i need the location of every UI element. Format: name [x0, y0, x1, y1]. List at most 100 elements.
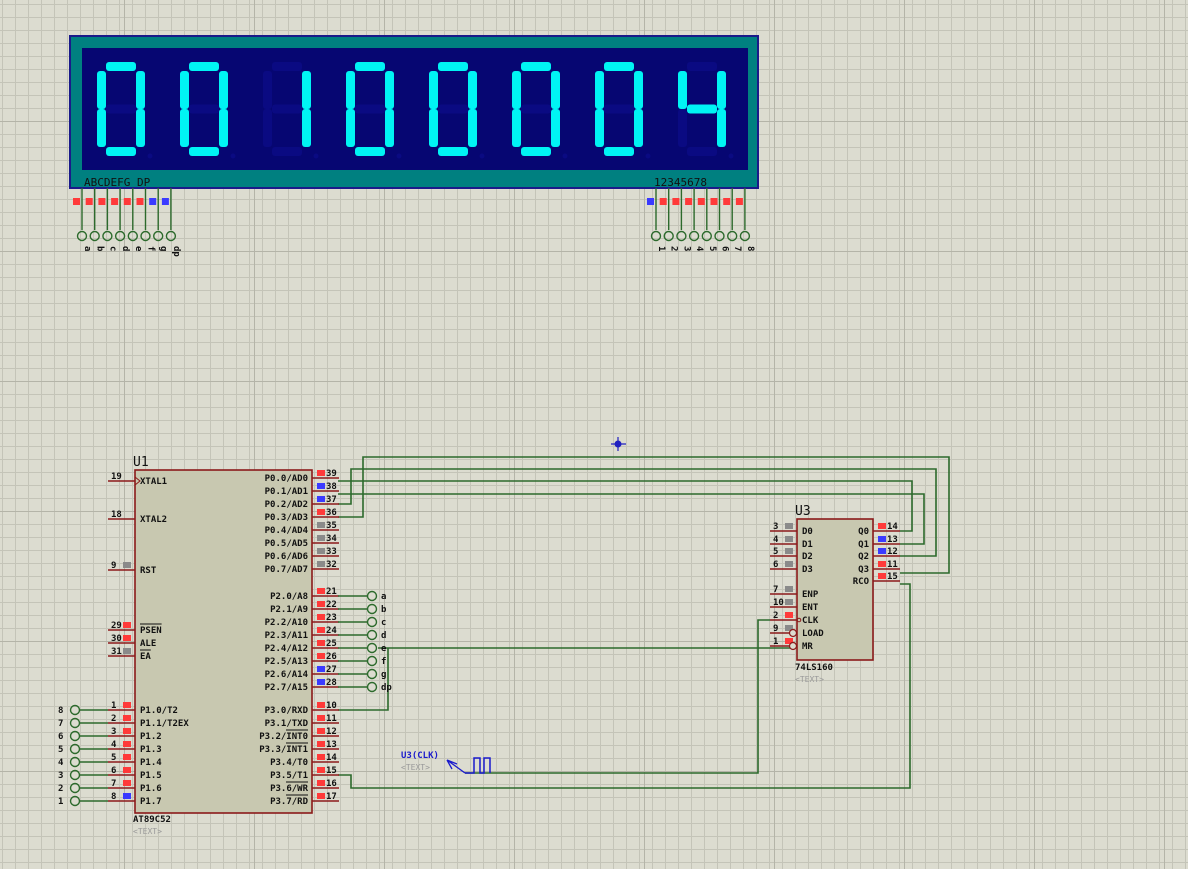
pin-state-indicator — [317, 483, 325, 489]
pin-state-indicator — [123, 767, 131, 773]
pin-number: 14 — [326, 753, 337, 763]
segment-pin-state — [73, 198, 80, 205]
pin-number: 12 — [326, 727, 337, 737]
segment-b — [634, 71, 643, 109]
segment-c — [136, 109, 145, 147]
digit-pin-state — [659, 198, 667, 205]
pin-number: 7 — [111, 779, 116, 789]
pin-number: 22 — [326, 600, 337, 610]
segment-c — [551, 109, 560, 147]
pin-label-p35t1: P3.5/T1 — [270, 771, 308, 781]
pin-label-d2: D2 — [802, 552, 813, 562]
pin-state-indicator — [123, 793, 131, 799]
pin-label-p22a10: P2.2/A10 — [265, 618, 308, 628]
pin-label-clk: CLK — [802, 616, 819, 626]
digit-terminal-label: 6 — [720, 246, 730, 251]
pin-label-rco: RCO — [853, 577, 870, 587]
segment-g — [189, 104, 219, 114]
segment-b — [302, 71, 311, 109]
segment-dp — [230, 153, 236, 159]
segment-g — [438, 104, 468, 114]
pin-number: 23 — [326, 613, 337, 623]
pin-state-indicator — [123, 648, 131, 654]
pin-label-p32int0: P3.2/INT0 — [259, 732, 308, 742]
pin-label-q0: Q0 — [858, 527, 869, 537]
pin-label-p10t2: P1.0/T2 — [140, 706, 178, 716]
pin-label-enp: ENP — [802, 590, 819, 600]
pin-state-indicator — [317, 470, 325, 476]
segment-pin-state — [98, 198, 106, 205]
pin-number: 4 — [773, 535, 779, 545]
segment-d — [355, 147, 385, 156]
segment-terminal-label: c — [107, 246, 117, 251]
pin-number: 32 — [326, 560, 337, 570]
segment-terminal-label: dp — [171, 246, 181, 257]
segment-f — [595, 71, 604, 109]
segment-e — [429, 109, 438, 147]
p1-terminal-label: 5 — [58, 745, 63, 755]
pin-number: 7 — [773, 585, 778, 595]
pin-state-indicator — [878, 536, 886, 542]
p2-terminal-label: e — [381, 644, 387, 654]
pin-state-indicator — [317, 767, 325, 773]
segment-pin-state — [123, 198, 131, 205]
pin-label-ent: ENT — [802, 603, 819, 613]
segment-b — [551, 71, 560, 109]
segment-a — [438, 62, 468, 71]
pin-number: 28 — [326, 678, 337, 688]
pin-label-p24a12: P2.4/A12 — [265, 644, 308, 654]
segment-dp — [313, 153, 319, 159]
pin-state-indicator — [317, 561, 325, 567]
pin-state-indicator — [317, 496, 325, 502]
pin-state-indicator — [878, 561, 886, 567]
segment-c — [717, 109, 726, 147]
pin-number: 14 — [887, 522, 898, 532]
segment-terminal-label: e — [133, 246, 143, 252]
pin-label-p15: P1.5 — [140, 771, 162, 781]
segment-pin-state — [111, 198, 119, 205]
pin-state-indicator — [123, 715, 131, 721]
segment-a — [189, 62, 219, 71]
pin-label-p13: P1.3 — [140, 745, 162, 755]
pin-state-indicator — [317, 548, 325, 554]
segment-d — [189, 147, 219, 156]
segment-d — [106, 147, 136, 156]
segment-dp — [396, 153, 402, 159]
pin-state-indicator — [785, 586, 793, 592]
pin-label-p26a14: P2.6/A14 — [265, 670, 309, 680]
segment-dp — [147, 153, 153, 159]
segment-terminal-label: a — [82, 246, 92, 251]
digit-terminal-label: 4 — [694, 246, 704, 252]
segment-d — [438, 147, 468, 156]
digit-pin-state — [723, 198, 731, 205]
pin-number: 10 — [326, 701, 337, 711]
segment-terminal-label: b — [95, 246, 105, 252]
pin-label-p21a9: P2.1/A9 — [270, 605, 308, 615]
pin-number: 19 — [111, 472, 122, 482]
segment-dp — [645, 153, 651, 159]
segment-b — [717, 71, 726, 109]
digit-terminal-label: 5 — [707, 246, 717, 251]
pin-number: 11 — [887, 560, 898, 570]
pin-label-ea: EA — [140, 652, 151, 662]
pin-number: 25 — [326, 639, 337, 649]
p1-terminal-label: 2 — [58, 784, 63, 794]
schematic-canvas[interactable]: ABCDEFG DP 12345678 a b c d e f g dp 1 2 3 4 5 6 7 8 U1… — [0, 0, 1188, 869]
segment-e — [346, 109, 355, 147]
u3-ref: U3 — [795, 504, 811, 519]
pin-label-p14: P1.4 — [140, 758, 162, 768]
pin-label-p23a11: P2.3/A11 — [265, 631, 308, 641]
segment-a — [106, 62, 136, 71]
p2-terminal-label: a — [381, 592, 386, 602]
pin-label-d3: D3 — [802, 565, 813, 575]
pin-state-indicator — [878, 573, 886, 579]
pin-number: 39 — [326, 469, 337, 479]
u3-part-name: 74LS160 — [795, 663, 833, 673]
pin-state-indicator — [317, 728, 325, 734]
pin-number: 6 — [111, 766, 116, 776]
pin-state-indicator — [317, 666, 325, 672]
schematic[interactable]: ABCDEFG DP 12345678 a b c d e f g dp 1 2 3 4 5 6 7 8 U1… — [0, 0, 1188, 869]
pin-label-p11t2ex: P1.1/T2EX — [140, 719, 189, 729]
pin-state-indicator — [317, 793, 325, 799]
pin-number: 1 — [111, 701, 116, 711]
